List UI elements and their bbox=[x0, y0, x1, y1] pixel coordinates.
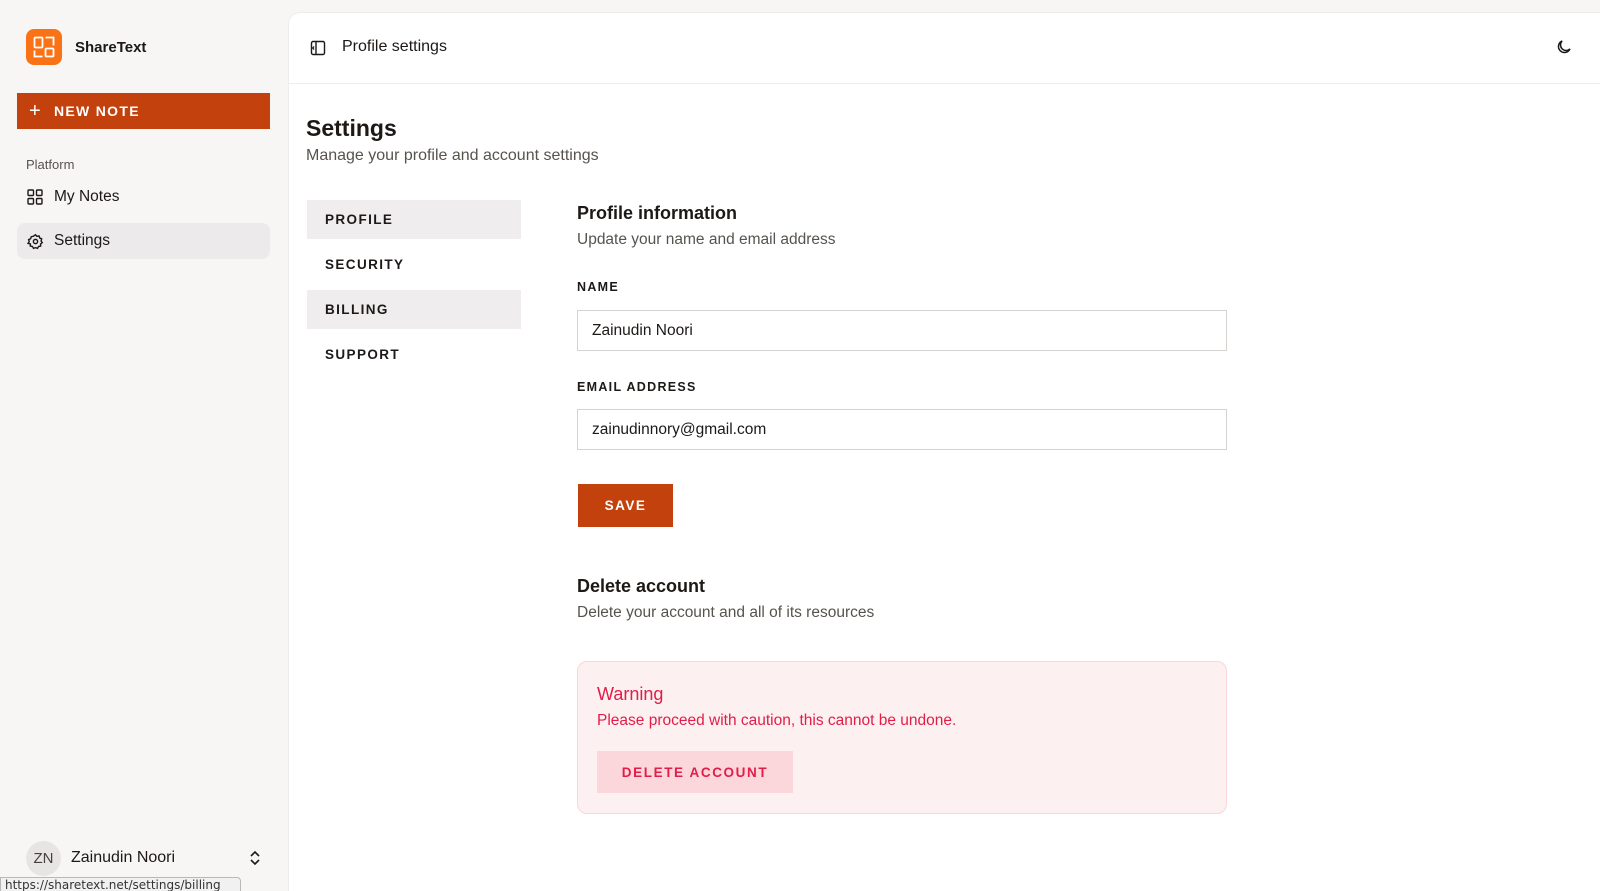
profile-section-title: Profile information bbox=[577, 203, 738, 223]
page-title: Settings bbox=[306, 115, 397, 141]
page-subtitle: Manage your profile and account settings bbox=[306, 147, 599, 164]
tab-billing[interactable]: BILLING bbox=[307, 290, 521, 329]
user-name: Zainudin Noori bbox=[71, 849, 176, 866]
tab-profile[interactable]: PROFILE bbox=[307, 200, 521, 239]
brand[interactable]: ShareText bbox=[26, 29, 146, 65]
app-name: ShareText bbox=[75, 38, 147, 56]
sidebar-group-label: Platform bbox=[26, 157, 75, 172]
gear-icon bbox=[26, 232, 44, 250]
delete-account-button[interactable]: DELETE ACCOUNT bbox=[597, 751, 793, 793]
top-bar: Profile settings bbox=[289, 13, 1600, 84]
delete-section-subtitle: Delete your account and all of its resou… bbox=[577, 604, 875, 621]
sidebar-toggle-icon[interactable] bbox=[310, 40, 326, 56]
plus-icon: + bbox=[29, 100, 42, 122]
user-menu[interactable]: ZN Zainudin Noori bbox=[26, 840, 262, 876]
main-panel: Profile settings Settings Manage your pr… bbox=[288, 12, 1600, 891]
sidebar-item-label: Settings bbox=[54, 232, 111, 249]
moon-icon[interactable] bbox=[1555, 38, 1573, 56]
email-label: EMAIL ADDRESS bbox=[577, 380, 697, 394]
warning-box: Warning Please proceed with caution, thi… bbox=[577, 661, 1227, 814]
sharetext-logo-icon bbox=[26, 29, 62, 65]
name-label: NAME bbox=[577, 280, 620, 294]
tab-label: SUPPORT bbox=[325, 347, 401, 362]
sidebar-item-my-notes[interactable]: My Notes bbox=[17, 179, 270, 215]
avatar: ZN bbox=[26, 840, 61, 876]
status-bar-url: https://sharetext.net/settings/billing bbox=[0, 877, 241, 891]
tab-support[interactable]: SUPPORT bbox=[307, 335, 521, 374]
warning-title: Warning bbox=[597, 684, 664, 704]
new-note-label: NEW NOTE bbox=[53, 103, 140, 119]
tab-security[interactable]: SECURITY bbox=[307, 245, 521, 284]
delete-section-title: Delete account bbox=[577, 576, 706, 596]
tab-label: BILLING bbox=[325, 302, 389, 317]
warning-text: Please proceed with caution, this cannot… bbox=[597, 712, 957, 729]
tab-label: SECURITY bbox=[325, 257, 405, 272]
name-field[interactable] bbox=[577, 310, 1227, 351]
chevrons-up-down-icon bbox=[250, 850, 260, 866]
save-button[interactable]: SAVE bbox=[578, 484, 673, 527]
sidebar-item-label: My Notes bbox=[54, 188, 120, 205]
profile-section-subtitle: Update your name and email address bbox=[577, 231, 836, 248]
sidebar-item-settings[interactable]: Settings bbox=[17, 223, 270, 259]
tab-label: PROFILE bbox=[325, 212, 394, 227]
new-note-button[interactable]: + NEW NOTE bbox=[17, 93, 270, 129]
email-field[interactable] bbox=[577, 409, 1227, 450]
grid-icon bbox=[26, 188, 44, 206]
sidebar: ShareText + NEW NOTE Platform My Notes S… bbox=[0, 0, 288, 891]
page-breadcrumb: Profile settings bbox=[342, 38, 447, 55]
